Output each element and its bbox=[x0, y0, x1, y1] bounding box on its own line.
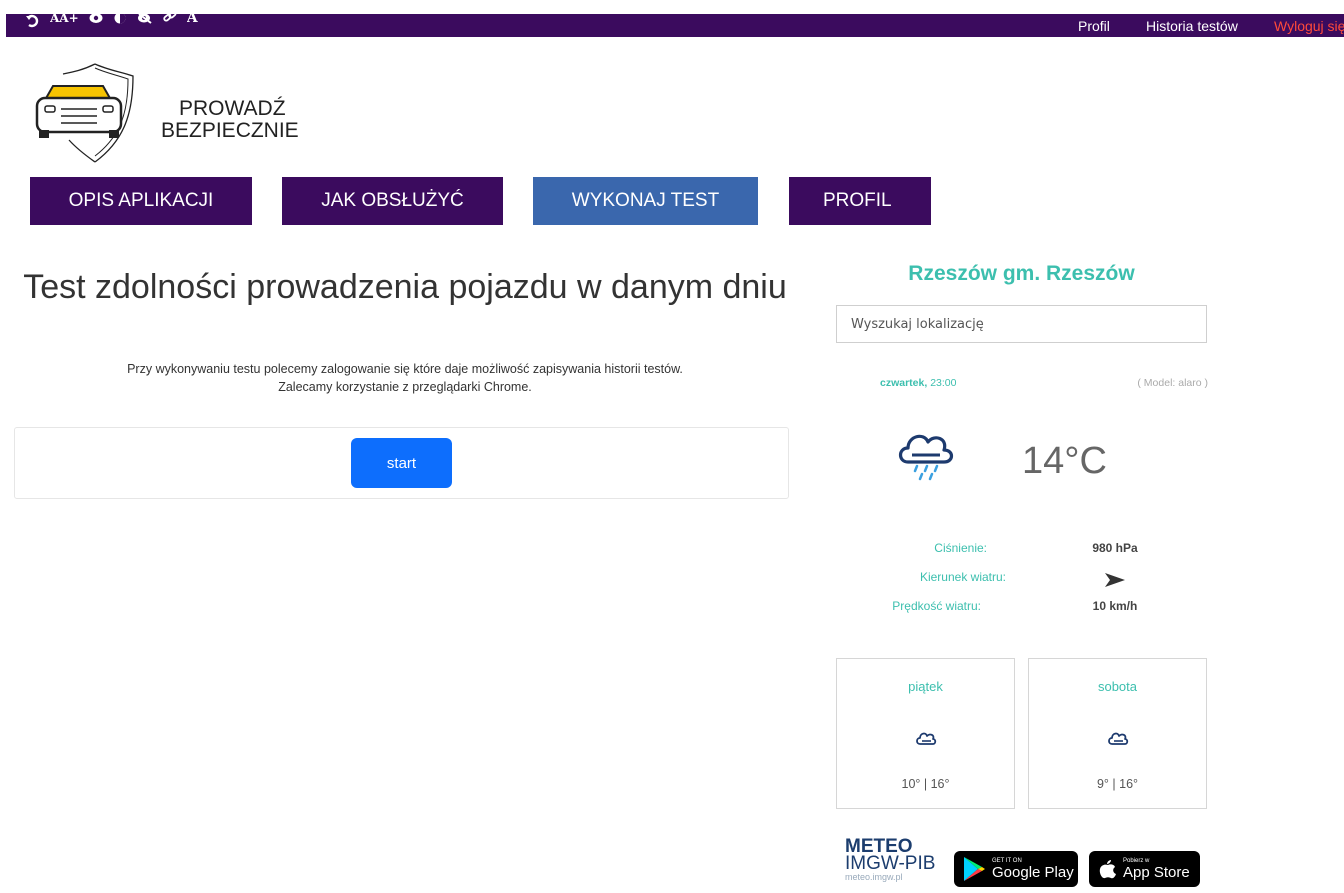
intro-line-2: Zalecamy korzystanie z przeglądarki Chro… bbox=[278, 380, 532, 394]
logout-link[interactable]: Wyloguj się bbox=[1274, 18, 1344, 34]
weather-model: ( Model: alaro ) bbox=[1137, 377, 1208, 389]
forecast-temps: 9° | 16° bbox=[1096, 777, 1139, 791]
arrow-right-icon bbox=[1105, 573, 1125, 587]
apple-icon bbox=[1099, 860, 1116, 879]
forecast-temps: 10° | 16° bbox=[901, 777, 950, 791]
profile-link[interactable]: Profil bbox=[1078, 18, 1138, 34]
wind-speed-value: 10 km/h bbox=[1092, 599, 1138, 613]
app-store-text: App Store bbox=[1123, 863, 1190, 881]
font-icon[interactable]: A bbox=[187, 14, 198, 28]
start-button[interactable]: start bbox=[351, 438, 452, 488]
cloud-icon bbox=[1108, 732, 1129, 745]
cloud-rain-icon bbox=[898, 434, 954, 481]
weather-datetime: czwartek, 23:00 bbox=[880, 377, 956, 389]
meteo-logo-line-2: IMGW-PIB bbox=[845, 853, 936, 874]
logo-text: PROWADŹ BEZPIECZNIE bbox=[161, 98, 299, 142]
weather-day: czwartek, bbox=[880, 377, 928, 389]
cloud-icon bbox=[916, 732, 937, 745]
location-search-input[interactable] bbox=[836, 305, 1207, 343]
google-play-icon bbox=[964, 857, 985, 881]
hide-eye-icon[interactable] bbox=[137, 14, 153, 28]
font-size-label: AA+ bbox=[50, 14, 79, 25]
forecast-day: sobota 9° | 16° bbox=[1028, 658, 1207, 809]
car-shield-icon bbox=[35, 63, 134, 163]
nav-app-description[interactable]: OPIS APLIKACJI bbox=[30, 177, 252, 225]
page-title: Test zdolności prowadzenia pojazdu w dan… bbox=[23, 268, 787, 306]
forecast-day-name: piątek bbox=[908, 679, 943, 694]
link-icon[interactable] bbox=[163, 14, 177, 28]
font-label: A bbox=[186, 14, 198, 26]
reset-icon[interactable] bbox=[26, 14, 40, 28]
wind-speed-label: Prędkość wiatru: bbox=[892, 599, 981, 613]
accessibility-toolbar: AA+ A bbox=[26, 14, 198, 28]
meteo-imgw-logo[interactable]: METEO IMGW-PIB meteo.imgw.pl bbox=[845, 837, 936, 883]
weather-time: 23:00 bbox=[930, 377, 957, 389]
intro-text: Przy wykonywaniu testu polecemy zalogowa… bbox=[20, 360, 790, 396]
nav-take-test[interactable]: WYKONAJ TEST bbox=[533, 177, 758, 225]
wind-direction-label: Kierunek wiatru: bbox=[919, 570, 1006, 584]
logo[interactable]: PROWADŹ BEZPIECZNIE bbox=[33, 62, 299, 164]
pressure-value: 980 hPa bbox=[1092, 541, 1138, 555]
test-history-link[interactable]: Historia testów bbox=[1146, 18, 1266, 34]
pressure-label: Ciśnienie: bbox=[934, 541, 987, 555]
eye-icon[interactable] bbox=[89, 14, 103, 28]
forecast-day: piątek 10° | 16° bbox=[836, 658, 1015, 809]
font-size-icon[interactable]: AA+ bbox=[50, 14, 79, 28]
weather-city: Rzeszów gm. Rzeszów bbox=[908, 262, 1135, 285]
contrast-icon[interactable] bbox=[113, 14, 127, 28]
app-store-badge[interactable]: Pobierz w App Store bbox=[1089, 851, 1200, 887]
intro-line-1: Przy wykonywaniu testu polecemy zalogowa… bbox=[127, 362, 683, 376]
logo-line-2: BEZPIECZNIE bbox=[161, 119, 299, 142]
google-play-text: Google Play bbox=[992, 863, 1074, 881]
current-temperature: 14°C bbox=[1022, 440, 1107, 482]
nav-how-to-use[interactable]: JAK OBSŁUŻYĆ bbox=[282, 177, 503, 225]
top-bar bbox=[6, 14, 1344, 37]
google-play-badge[interactable]: GET IT ON Google Play bbox=[954, 851, 1078, 887]
forecast-day-name: sobota bbox=[1097, 679, 1138, 694]
logo-line-1: PROWADŹ bbox=[179, 97, 286, 120]
nav-profile[interactable]: PROFIL bbox=[789, 177, 931, 225]
